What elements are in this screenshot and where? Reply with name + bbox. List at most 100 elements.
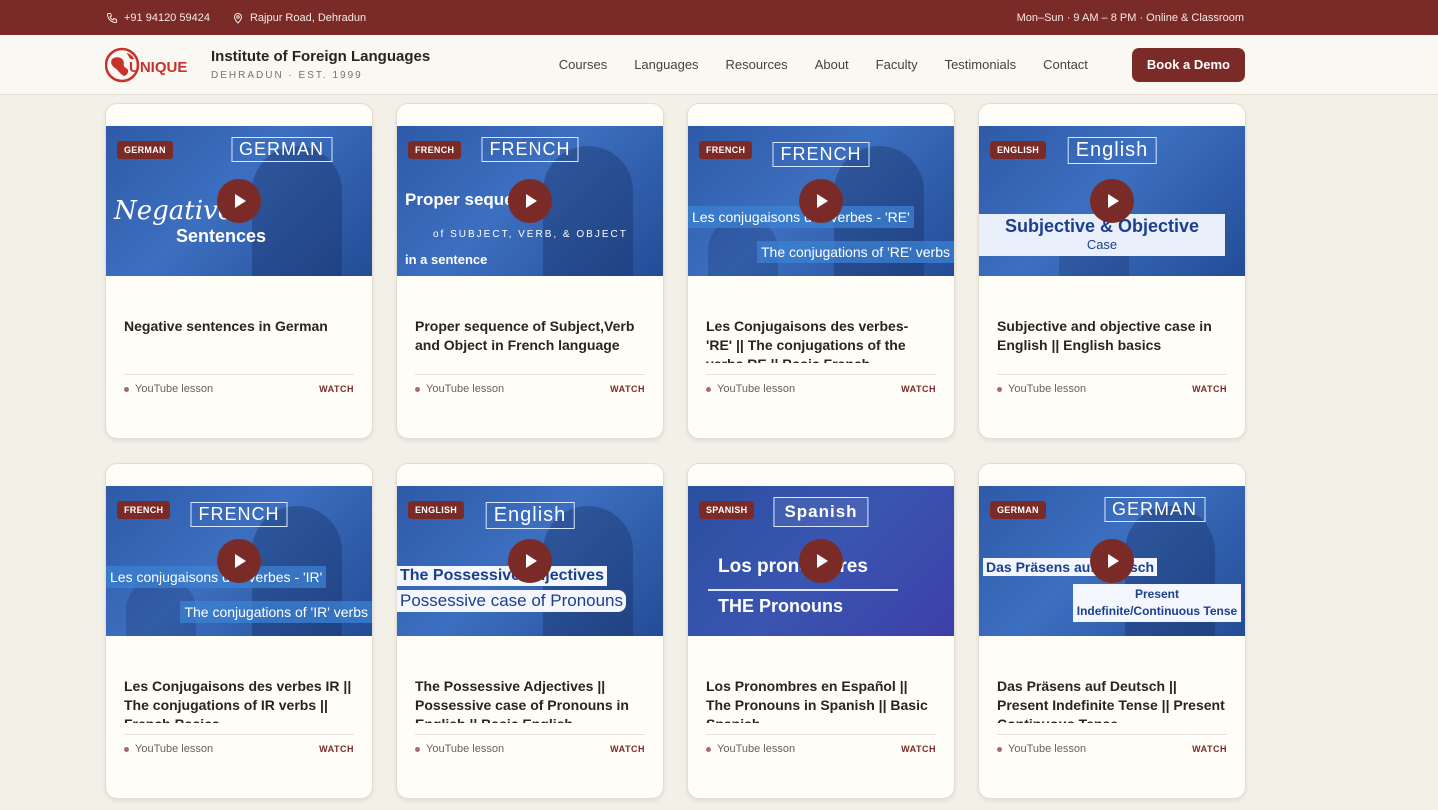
nav-about[interactable]: About [815, 57, 849, 72]
top-info-bar: +91 94120 59424 Rajpur Road, Dehradun Mo… [0, 0, 1438, 35]
institute-tagline: DEHRADUN · EST. 1999 [211, 70, 363, 81]
language-badge: FRENCH [117, 501, 171, 519]
lesson-type-label: YouTube lesson [135, 383, 214, 395]
phone-icon [106, 12, 117, 23]
thumb-caption: in a sentence [405, 252, 488, 267]
video-thumbnail[interactable]: ENGLISH English The Possessive Adjective… [397, 486, 663, 636]
nav-languages[interactable]: Languages [634, 57, 698, 72]
video-title[interactable]: The Possessive Adjectives || Possessive … [415, 677, 645, 723]
card-divider [124, 734, 354, 735]
watch-link[interactable]: WATCH [319, 744, 354, 754]
nav-resources[interactable]: Resources [726, 57, 788, 72]
dot-icon [124, 746, 129, 752]
address-info: Rajpur Road, Dehradun [232, 12, 366, 24]
dot-icon [997, 746, 1002, 752]
language-badge: GERMAN [990, 501, 1046, 519]
video-title[interactable]: Das Präsens auf Deutsch || Present Indef… [997, 677, 1227, 723]
language-badge: SPANISH [699, 501, 755, 519]
watch-link[interactable]: WATCH [1192, 384, 1227, 394]
play-button[interactable] [217, 179, 261, 223]
video-title[interactable]: Los Pronombres en Español || The Pronoun… [706, 677, 936, 723]
video-title[interactable]: Negative sentences in German [124, 317, 354, 336]
language-badge: GERMAN [117, 141, 173, 159]
video-card[interactable]: FRENCH FRENCH Proper sequence of SUBJECT… [396, 103, 664, 439]
video-card[interactable]: SPANISH Spanish Los pronombres THE Prono… [687, 463, 955, 799]
lesson-type-label: YouTube lesson [717, 383, 796, 395]
thumb-language-label: FRENCH [481, 137, 579, 162]
video-title[interactable]: Les Conjugaisons des verbes- 'RE' || The… [706, 317, 936, 363]
card-footer: YouTube lesson WATCH [415, 383, 645, 395]
video-thumbnail[interactable]: FRENCH FRENCH Les conjugaisons des verbe… [106, 486, 372, 636]
watch-link[interactable]: WATCH [901, 744, 936, 754]
language-badge: ENGLISH [408, 501, 465, 519]
dot-icon [415, 746, 420, 752]
video-thumbnail[interactable]: ENGLISH English Subjective & Objective C… [979, 126, 1245, 276]
thumb-caption: Negative [114, 196, 234, 226]
video-title[interactable]: Proper sequence of Subject,Verb and Obje… [415, 317, 645, 355]
thumb-caption: Los pronombres [718, 556, 868, 577]
play-button[interactable] [1090, 179, 1134, 223]
play-button[interactable] [799, 179, 843, 223]
video-card[interactable]: GERMAN GERMAN Das Präsens auf Deutsch Pr… [978, 463, 1246, 799]
video-thumbnail[interactable]: FRENCH FRENCH Les conjugaisons des verbe… [688, 126, 954, 276]
video-card[interactable]: GERMAN GERMAN Negative Sentences Negativ… [105, 103, 373, 439]
lesson-type-label: YouTube lesson [426, 743, 505, 755]
watch-link[interactable]: WATCH [1192, 744, 1227, 754]
video-thumbnail[interactable]: GERMAN GERMAN Negative Sentences [106, 126, 372, 276]
play-icon [526, 554, 537, 568]
dot-icon [997, 386, 1002, 392]
lesson-type-label: YouTube lesson [1008, 383, 1087, 395]
play-button[interactable] [1090, 539, 1134, 583]
card-divider [997, 374, 1227, 375]
lesson-type: YouTube lesson [706, 383, 795, 395]
watch-link[interactable]: WATCH [319, 384, 354, 394]
contact-info: +91 94120 59424 Rajpur Road, Dehradun [106, 12, 366, 24]
logo-wordmark: UNIQUE [129, 59, 187, 76]
lesson-type: YouTube lesson [997, 743, 1086, 755]
lesson-type-label: YouTube lesson [426, 383, 505, 395]
phone-info[interactable]: +91 94120 59424 [106, 12, 210, 24]
card-divider [124, 374, 354, 375]
video-thumbnail[interactable]: FRENCH FRENCH Proper sequence of SUBJECT… [397, 126, 663, 276]
play-button[interactable] [217, 539, 261, 583]
video-card[interactable]: FRENCH FRENCH Les conjugaisons des verbe… [105, 463, 373, 799]
watch-link[interactable]: WATCH [610, 384, 645, 394]
play-button[interactable] [508, 539, 552, 583]
video-card[interactable]: FRENCH FRENCH Les conjugaisons des verbe… [687, 103, 955, 439]
thumb-language-label: FRENCH [772, 142, 870, 167]
lesson-type-label: YouTube lesson [717, 743, 796, 755]
thumb-caption: Present Indefinite/Continuous Tense [1073, 584, 1241, 622]
card-footer: YouTube lesson WATCH [124, 743, 354, 755]
play-button[interactable] [799, 539, 843, 583]
brand-text: Institute of Foreign Languages DEHRADUN … [211, 48, 430, 81]
watch-link[interactable]: WATCH [901, 384, 936, 394]
nav-testimonials[interactable]: Testimonials [945, 57, 1017, 72]
nav-faculty[interactable]: Faculty [876, 57, 918, 72]
play-icon [1108, 194, 1119, 208]
play-button[interactable] [508, 179, 552, 223]
book-demo-button[interactable]: Book a Demo [1131, 47, 1245, 82]
video-card[interactable]: ENGLISH English The Possessive Adjective… [396, 463, 664, 799]
thumb-caption: of SUBJECT, VERB, & OBJECT [433, 229, 628, 240]
video-title[interactable]: Les Conjugaisons des verbes IR || The co… [124, 677, 354, 723]
lesson-type: YouTube lesson [415, 743, 504, 755]
card-footer: YouTube lesson WATCH [997, 743, 1227, 755]
dot-icon [706, 746, 711, 752]
thumb-divider [708, 589, 898, 591]
lesson-type: YouTube lesson [415, 383, 504, 395]
video-card[interactable]: ENGLISH English Subjective & Objective C… [978, 103, 1246, 439]
play-icon [526, 194, 537, 208]
watch-link[interactable]: WATCH [610, 744, 645, 754]
video-thumbnail[interactable]: SPANISH Spanish Los pronombres THE Prono… [688, 486, 954, 636]
card-footer: YouTube lesson WATCH [706, 383, 936, 395]
card-footer: YouTube lesson WATCH [997, 383, 1227, 395]
lesson-type: YouTube lesson [124, 383, 213, 395]
nav-courses[interactable]: Courses [559, 57, 607, 72]
dot-icon [706, 386, 711, 392]
video-thumbnail[interactable]: GERMAN GERMAN Das Präsens auf Deutsch Pr… [979, 486, 1245, 636]
logo[interactable]: UNIQUE Institute of Foreign Languages DE… [104, 47, 430, 83]
nav-contact[interactable]: Contact [1043, 57, 1088, 72]
dot-icon [415, 386, 420, 392]
logo-mark: UNIQUE [104, 47, 201, 83]
video-title[interactable]: Subjective and objective case in English… [997, 317, 1227, 355]
